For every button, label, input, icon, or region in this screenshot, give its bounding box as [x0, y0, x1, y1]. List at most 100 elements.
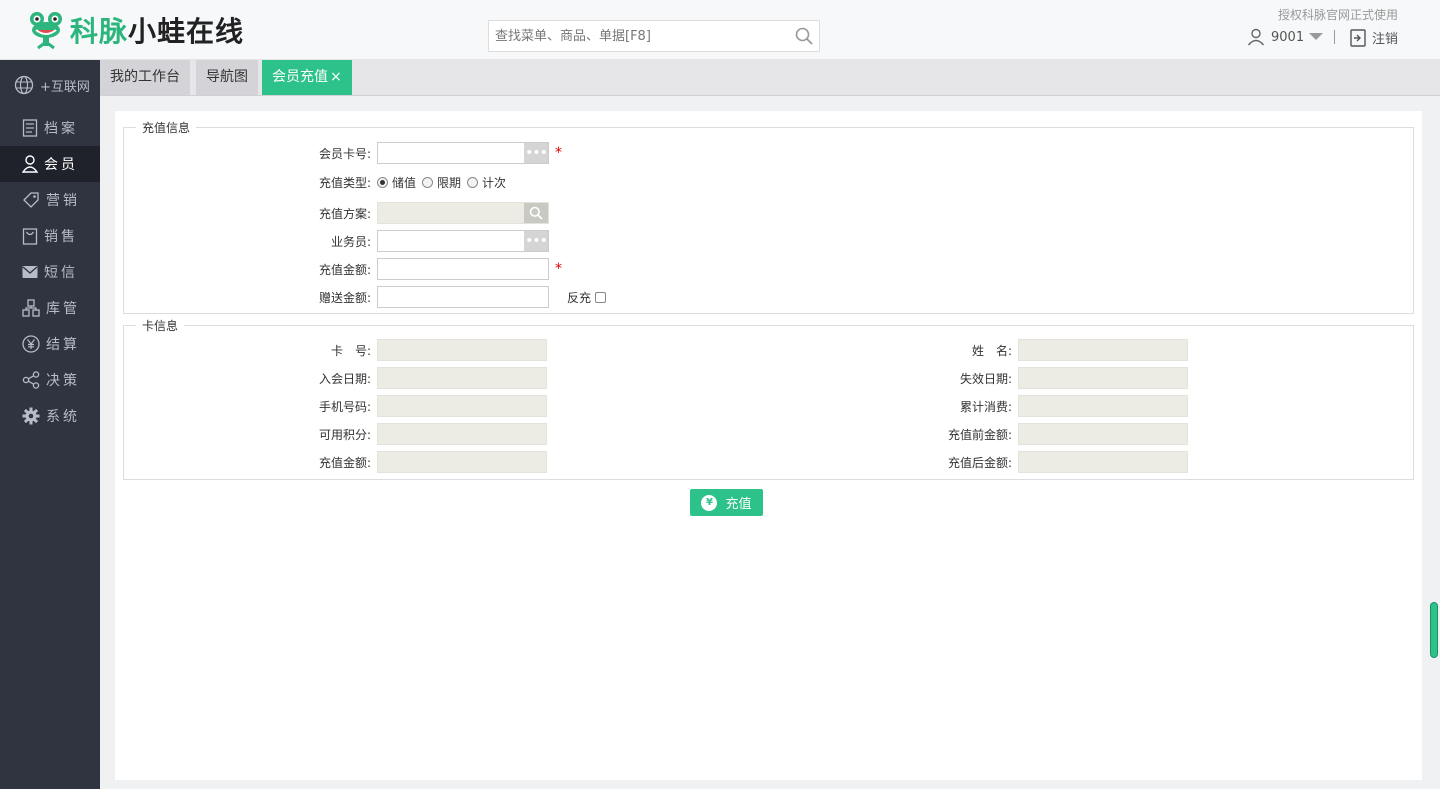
card-info-legend: 卡信息 — [142, 319, 179, 333]
name-value — [1018, 339, 1188, 361]
recharge-plan-label: 充值方案: — [318, 206, 371, 221]
required-mark: * — [555, 145, 562, 161]
tag-icon — [23, 192, 39, 208]
sidebar-label: 库管 — [46, 301, 80, 317]
share-icon — [22, 371, 40, 389]
radio-time-limit[interactable]: 限期 — [422, 174, 461, 191]
reverse-checkbox[interactable] — [595, 291, 607, 303]
frog-logo-icon — [30, 12, 62, 50]
username: 9001 — [1271, 29, 1305, 45]
salesman-input[interactable]: ••• — [377, 230, 549, 252]
yen-icon: ¥ — [701, 494, 718, 511]
logo-text: 科脉小蛙在线 — [70, 10, 244, 50]
sidebar-label: 结算 — [46, 337, 80, 353]
more-dots-icon[interactable]: ••• — [524, 143, 548, 163]
salesman-label: 业务员: — [330, 234, 371, 249]
header-divider — [1334, 30, 1335, 44]
after-amount-row: 充值后金额: — [898, 451, 1188, 473]
salesman-row: 业务员: ••• — [257, 230, 549, 252]
before-amount-value — [1018, 423, 1188, 445]
sidebar-item-internet[interactable]: +互联网 — [0, 60, 100, 110]
radio-dot-checked — [377, 176, 388, 188]
search-input[interactable] — [489, 21, 779, 51]
card-no-label: 会员卡号: — [318, 146, 371, 161]
globe-icon — [14, 75, 34, 95]
tab-close-icon[interactable]: × — [330, 69, 342, 85]
recharge-plan-input[interactable] — [377, 202, 549, 224]
sidebar-label: 决策 — [46, 373, 80, 389]
tab-workbench[interactable]: 我的工作台 — [100, 60, 190, 95]
sidebar-item-marketing[interactable]: 营销 — [0, 182, 100, 218]
total-spend-row: 累计消费: — [898, 395, 1188, 417]
expiry-date-row: 失效日期: — [898, 367, 1188, 389]
card-no-row: 会员卡号: ••• * — [257, 142, 562, 164]
phone-row: 手机号码: — [257, 395, 547, 417]
sidebar-label: 营销 — [46, 193, 80, 209]
more-dots-icon[interactable]: ••• — [524, 231, 548, 251]
sidebar: +互联网 档案 会员 营销 销售 短信 库管 结算 决策 系统 — [0, 60, 100, 789]
scrollbar-thumb[interactable] — [1430, 602, 1438, 658]
tab-label: 会员充值 — [272, 69, 328, 85]
sidebar-label: 销售 — [44, 229, 78, 245]
join-date-row: 入会日期: — [257, 367, 547, 389]
after-amount-value — [1018, 451, 1188, 473]
search-icon[interactable] — [795, 27, 813, 45]
gear-icon — [22, 407, 40, 425]
logout-button[interactable]: 注销 — [1350, 28, 1398, 47]
card-amount-row: 充值金额: — [257, 451, 547, 473]
main-content: 充值信息 会员卡号: ••• * 充值类型: 储值 限期 计次 充值方案: 业务… — [115, 111, 1422, 780]
logo-text-green: 科脉 — [70, 15, 129, 48]
sidebar-item-sms[interactable]: 短信 — [0, 254, 100, 290]
envelope-icon — [22, 266, 38, 278]
points-value — [377, 423, 547, 445]
phone-value — [377, 395, 547, 417]
auth-text: 授权科脉官网正式使用 — [1277, 8, 1398, 22]
tab-member-recharge[interactable]: 会员充值 × — [262, 60, 352, 95]
sidebar-item-inventory[interactable]: 库管 — [0, 290, 100, 326]
sidebar-item-archive[interactable]: 档案 — [0, 110, 100, 146]
card-amount-value — [377, 451, 547, 473]
recharge-type-label: 充值类型: — [318, 175, 371, 190]
card-no-value — [377, 339, 547, 361]
card-info-label: 卡 号: — [330, 343, 371, 358]
tab-bar: 我的工作台 导航图 会员充值 × — [100, 60, 1440, 96]
sidebar-item-sales[interactable]: 销售 — [0, 218, 100, 254]
radio-stored-value[interactable]: 储值 — [377, 174, 416, 191]
card-info-label: 可用积分: — [318, 427, 371, 442]
expiry-date-value — [1018, 367, 1188, 389]
radio-count[interactable]: 计次 — [467, 174, 506, 191]
document-icon — [22, 119, 38, 137]
sidebar-item-member[interactable]: 会员 — [0, 146, 100, 182]
tab-label: 我的工作台 — [110, 69, 180, 85]
gift-amount-label: 赠送金额: — [318, 290, 371, 305]
sidebar-item-system[interactable]: 系统 — [0, 398, 100, 434]
logo[interactable]: 科脉小蛙在线 — [28, 8, 244, 52]
card-info-label: 失效日期: — [959, 371, 1012, 386]
card-info-label: 姓 名: — [971, 343, 1012, 358]
card-no-input[interactable]: ••• — [377, 142, 549, 164]
card-info-label: 累计消费: — [959, 399, 1012, 414]
user-menu[interactable]: 9001 — [1247, 28, 1324, 46]
recharge-submit-button[interactable]: ¥ 充值 — [690, 489, 763, 516]
gift-amount-input[interactable] — [377, 286, 549, 308]
card-info-label: 入会日期: — [318, 371, 371, 386]
gift-amount-row: 赠送金额: 反充 — [257, 286, 607, 308]
reverse-label: 反充 — [567, 290, 592, 305]
sidebar-item-decision[interactable]: 决策 — [0, 362, 100, 398]
before-amount-row: 充值前金额: — [898, 423, 1188, 445]
sidebar-label: +互联网 — [40, 79, 90, 95]
sidebar-item-settlement[interactable]: 结算 — [0, 326, 100, 362]
card-no-info-row: 卡 号: — [257, 339, 547, 361]
recharge-amount-input[interactable] — [377, 258, 549, 280]
name-row: 姓 名: — [898, 339, 1188, 361]
radio-label: 计次 — [482, 175, 507, 190]
card-info-label: 充值金额: — [318, 455, 371, 470]
radio-label: 储值 — [392, 175, 417, 190]
recharge-info-legend: 充值信息 — [142, 121, 191, 135]
yen-icon — [22, 335, 40, 353]
global-search — [488, 20, 820, 52]
tab-navigation-map[interactable]: 导航图 — [196, 60, 258, 95]
search-icon[interactable] — [524, 203, 548, 223]
user-icon — [22, 155, 38, 173]
sidebar-label: 系统 — [46, 409, 80, 425]
